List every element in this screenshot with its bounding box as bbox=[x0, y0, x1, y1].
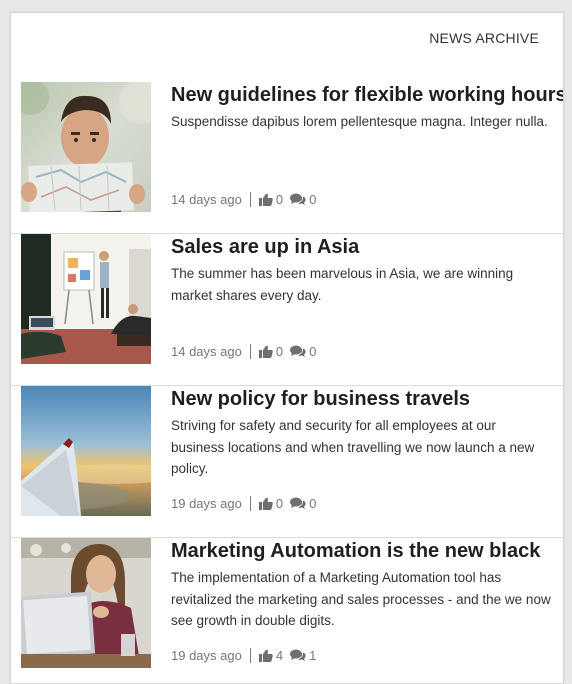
news-meta: 19 days ago 0 0 bbox=[171, 496, 323, 511]
news-summary: Striving for safety and security for all… bbox=[171, 418, 535, 476]
news-content: New guidelines for flexible working hour… bbox=[171, 82, 563, 212]
news-content: Sales are up in Asia The summer has been… bbox=[171, 234, 551, 364]
news-summary: The implementation of a Marketing Automa… bbox=[171, 570, 551, 628]
thumbs-up-icon bbox=[258, 193, 273, 206]
like-count: 4 bbox=[275, 648, 284, 663]
comment-count: 0 bbox=[309, 496, 317, 511]
comment-count: 0 bbox=[309, 192, 317, 207]
airplane-wing-photo[interactable] bbox=[21, 386, 151, 516]
thumbs-up-icon bbox=[258, 345, 273, 358]
comment-button[interactable]: 0 bbox=[290, 496, 316, 511]
like-count: 0 bbox=[275, 344, 284, 359]
news-content: New policy for business travels Striving… bbox=[171, 386, 551, 516]
like-button[interactable]: 0 bbox=[258, 192, 284, 207]
thumbs-up-icon bbox=[258, 649, 273, 662]
news-item[interactable]: Marketing Automation is the new black Th… bbox=[11, 538, 563, 683]
news-title[interactable]: New policy for business travels bbox=[171, 386, 551, 412]
news-age: 19 days ago bbox=[171, 496, 242, 511]
news-age: 14 days ago bbox=[171, 344, 242, 359]
meta-divider bbox=[249, 192, 251, 207]
news-item[interactable]: New policy for business travels Striving… bbox=[11, 386, 563, 538]
like-count: 0 bbox=[275, 496, 284, 511]
comment-count: 1 bbox=[309, 648, 317, 663]
comments-icon bbox=[290, 649, 306, 661]
news-meta: 14 days ago 0 0 bbox=[171, 344, 323, 359]
news-item[interactable]: New guidelines for flexible working hour… bbox=[11, 82, 563, 234]
news-age: 19 days ago bbox=[171, 648, 242, 663]
news-meta: 14 days ago 0 0 bbox=[171, 192, 323, 207]
comment-button[interactable]: 1 bbox=[290, 648, 316, 663]
woman-with-laptop-photo[interactable] bbox=[21, 538, 151, 668]
like-button[interactable]: 4 bbox=[258, 648, 284, 663]
man-reading-map-photo[interactable] bbox=[21, 82, 151, 212]
comment-count: 0 bbox=[309, 344, 317, 359]
news-title[interactable]: New guidelines for flexible working hour… bbox=[171, 82, 563, 108]
comment-button[interactable]: 0 bbox=[290, 192, 316, 207]
like-count: 0 bbox=[275, 192, 284, 207]
like-button[interactable]: 0 bbox=[258, 496, 284, 511]
meta-divider bbox=[249, 496, 251, 511]
like-button[interactable]: 0 bbox=[258, 344, 284, 359]
office-presentation-photo[interactable] bbox=[21, 234, 151, 364]
news-summary: Suspendisse dapibus lorem pellentesque m… bbox=[171, 114, 548, 129]
news-card: NEWS ARCHIVE New guidelines for flexible… bbox=[10, 12, 564, 684]
meta-divider bbox=[249, 648, 251, 663]
news-archive-link[interactable]: NEWS ARCHIVE bbox=[429, 30, 539, 46]
news-meta: 19 days ago 4 1 bbox=[171, 648, 323, 663]
news-age: 14 days ago bbox=[171, 192, 242, 207]
news-content: Marketing Automation is the new black Th… bbox=[171, 538, 551, 668]
thumbs-up-icon bbox=[258, 497, 273, 510]
news-summary: The summer has been marvelous in Asia, w… bbox=[171, 266, 514, 303]
comments-icon bbox=[290, 345, 306, 357]
news-title[interactable]: Marketing Automation is the new black bbox=[171, 538, 551, 564]
news-item[interactable]: Sales are up in Asia The summer has been… bbox=[11, 234, 563, 386]
comments-icon bbox=[290, 193, 306, 205]
news-list: New guidelines for flexible working hour… bbox=[11, 82, 563, 683]
news-title[interactable]: Sales are up in Asia bbox=[171, 234, 551, 260]
meta-divider bbox=[249, 344, 251, 359]
comment-button[interactable]: 0 bbox=[290, 344, 316, 359]
comments-icon bbox=[290, 497, 306, 509]
